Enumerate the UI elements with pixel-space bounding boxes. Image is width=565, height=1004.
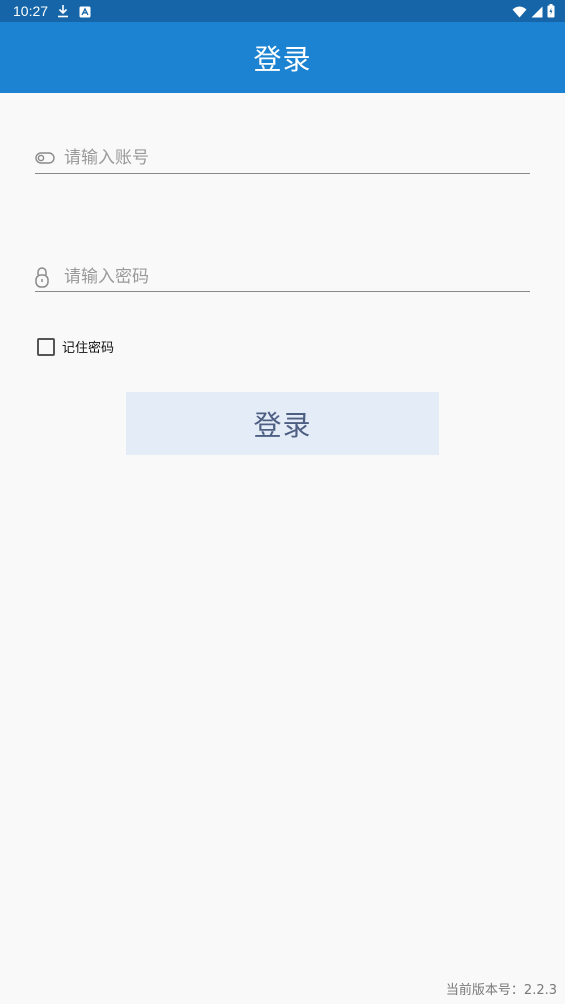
status-time: 10:27	[13, 3, 49, 19]
login-button[interactable]: 登录	[126, 392, 439, 455]
remember-password-row[interactable]: 记住密码	[37, 337, 114, 356]
app-notification-icon	[79, 3, 91, 22]
password-input[interactable]	[59, 262, 530, 291]
wifi-icon	[512, 3, 527, 22]
toggle-icon	[35, 152, 59, 164]
account-input[interactable]	[59, 143, 530, 173]
password-field[interactable]	[35, 262, 530, 292]
page-title: 登录	[253, 42, 312, 76]
download-icon	[57, 3, 69, 22]
signal-icon	[531, 3, 543, 22]
remember-password-label: 记住密码	[62, 341, 115, 356]
lock-icon	[35, 266, 59, 288]
battery-icon	[547, 3, 555, 22]
remember-password-checkbox[interactable]	[37, 337, 55, 356]
status-left-icons	[57, 3, 91, 22]
status-right-icons	[512, 3, 555, 22]
app-bar: 登录	[0, 22, 565, 93]
version-text: 当前版本号：2.2.3	[445, 983, 557, 998]
status-bar: 10:27	[0, 0, 565, 22]
account-field[interactable]	[35, 143, 530, 174]
